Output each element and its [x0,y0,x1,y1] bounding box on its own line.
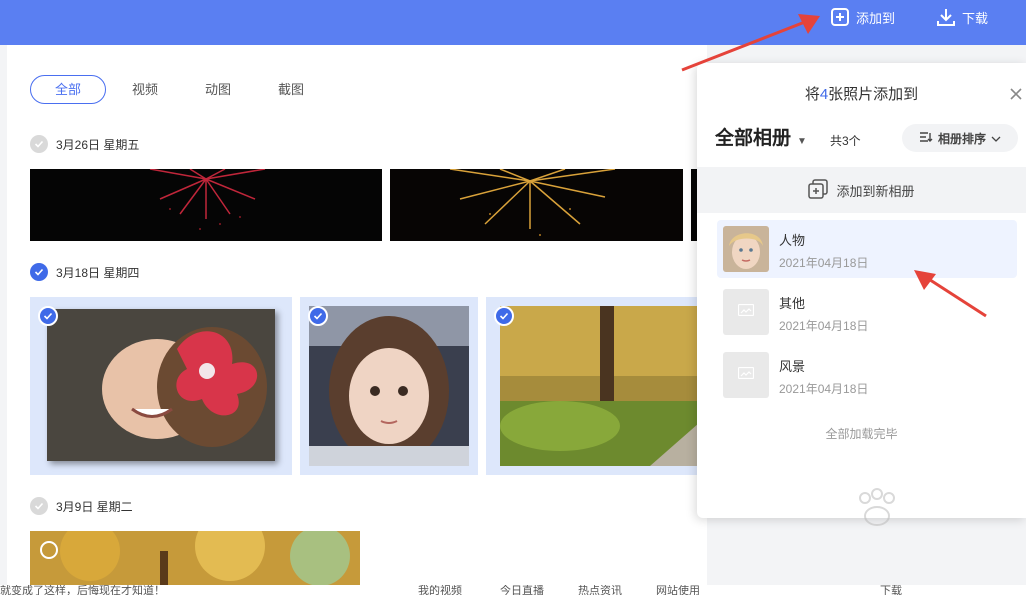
bottom-bar: 就变成了这样，后悔现在才知道！ 我的视频 今日直播 热点资讯 网站使用 下载 [0,585,1026,595]
album-date: 2021年04月18日 [779,256,869,270]
photo-autumn-trees[interactable] [30,531,360,585]
bottom-item-download[interactable]: 下载 [880,585,902,595]
photo-park-path[interactable] [500,306,707,466]
date-group-header: 3月26日 星期五 [30,135,139,153]
album-sort-button[interactable]: 相册排序 [902,124,1018,152]
add-to-label: 添加到 [856,10,896,26]
album-name: 风景 [779,359,806,374]
add-to-button[interactable]: 添加到 [830,6,895,28]
add-new-album-button[interactable]: 添加到新相册 [697,167,1026,213]
album-placeholder-icon [737,366,755,384]
album-name: 其他 [779,296,806,311]
album-filter-dropdown[interactable]: 全部相册 ▼ [715,123,807,150]
panel-title-prefix: 将 [804,86,820,103]
bottom-promo-link[interactable]: 就变成了这样，后悔现在才知道！ [0,585,165,595]
group-date: 3月18日 星期四 [56,265,140,280]
panel-title-suffix: 张照片添加到 [828,86,919,103]
photo-girl-flower[interactable] [47,309,275,461]
tab-video[interactable]: 视频 [111,75,179,104]
photo-fireworks-gold[interactable] [390,169,683,241]
bottom-item-my-video[interactable]: 我的视频 [418,585,462,595]
sort-label: 相册排序 [937,131,986,146]
add-new-album-label: 添加到新相册 [836,183,915,199]
caret-down-icon: ▼ [797,136,807,147]
bottom-item-site[interactable]: 网站使用 [656,585,700,595]
date-group-header: 3月18日 星期四 [30,263,139,281]
add-to-icon [830,7,850,27]
group-select-checkbox[interactable] [30,497,48,515]
album-cover [723,289,769,335]
photo-checkbox[interactable] [40,541,58,559]
group-date: 3月9日 星期二 [56,499,133,514]
add-album-icon [808,178,829,202]
album-date: 2021年04月18日 [779,319,869,333]
date-group-header: 3月9日 星期二 [30,497,133,515]
sort-icon [919,131,933,146]
photo-checkbox[interactable] [38,306,58,326]
chevron-down-icon [991,131,1001,145]
baidu-jingyan-watermark [785,488,985,568]
add-to-album-panel: 将4张照片添加到 全部相册 ▼ 共3个 相册排序 添加到新相册 人物 2021年… [697,63,1026,518]
album-header: 全部相册 [715,128,792,149]
panel-title: 将4张照片添加到 [697,83,1026,104]
album-item-people[interactable]: 人物 2021年04月18日 [717,220,1017,278]
group-select-checkbox[interactable] [30,263,48,281]
tab-screenshot[interactable]: 截图 [257,75,325,104]
album-cover [723,226,769,272]
download-button[interactable]: 下载 [936,6,988,28]
album-name: 人物 [779,233,806,248]
album-placeholder-icon [737,303,755,321]
photo-fireworks-red[interactable] [30,169,382,241]
top-bar: 添加到 下载 [0,0,1026,45]
photo-checkbox[interactable] [494,306,514,326]
album-item-scenery[interactable]: 风景 2021年04月18日 [717,346,1017,404]
all-loaded-text: 全部加载完毕 [825,427,898,441]
bottom-item-live[interactable]: 今日直播 [500,585,544,595]
photo-gallery: 全部 视频 动图 截图 3月26日 星期五 3月18日 星期四 3月9日 星期二 [7,45,707,585]
group-date: 3月26日 星期五 [56,137,140,152]
download-icon [936,7,956,27]
group-select-checkbox[interactable] [30,135,48,153]
selected-count: 4 [819,86,829,103]
filter-tabs: 全部 视频 动图 截图 [30,75,330,104]
download-label: 下载 [962,10,989,26]
album-date: 2021年04月18日 [779,382,869,396]
close-icon[interactable] [1009,85,1023,106]
album-count: 共3个 [830,134,861,148]
photo-girl-portrait[interactable] [309,306,469,466]
album-cover [723,352,769,398]
album-item-other[interactable]: 其他 2021年04月18日 [717,283,1017,341]
photo-checkbox[interactable] [308,306,328,326]
tab-gif[interactable]: 动图 [184,75,252,104]
bottom-item-news[interactable]: 热点资讯 [578,585,622,595]
tab-all[interactable]: 全部 [30,75,107,104]
